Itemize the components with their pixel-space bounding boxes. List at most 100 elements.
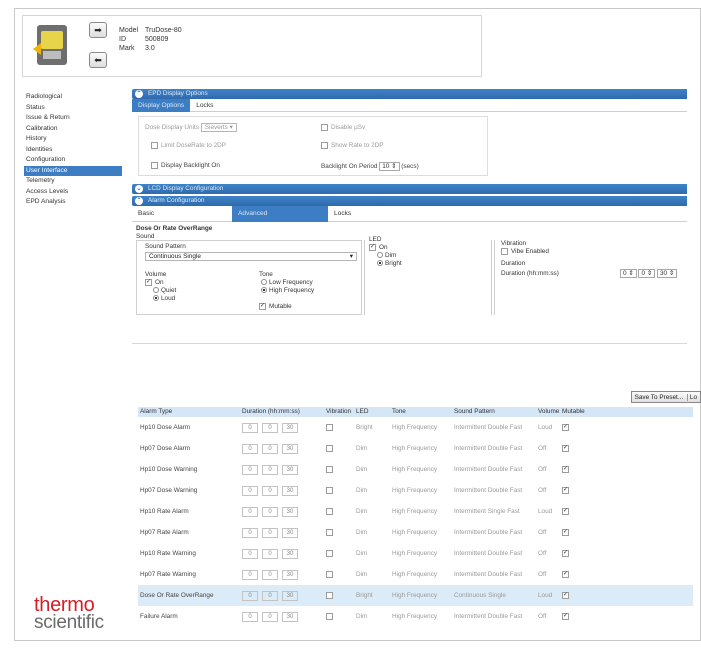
mutable-checkbox[interactable]: ✓ (562, 612, 569, 620)
table-row[interactable]: Hp07 Dose Alarm 0 0 30 Dim High Frequenc… (138, 438, 693, 459)
disable-usv-checkbox[interactable] (321, 124, 328, 131)
duration-minutes-field[interactable]: 0 (262, 423, 278, 433)
duration-hours-stepper[interactable]: 0 ⇕ (620, 269, 637, 278)
duration-seconds-field[interactable]: 30 (282, 486, 298, 496)
duration-minutes-field[interactable]: 0 (262, 549, 278, 559)
col-tone[interactable]: Tone (392, 407, 454, 417)
vibration-checkbox[interactable] (326, 486, 333, 494)
mutable-checkbox[interactable]: ✓ (259, 303, 266, 310)
duration-seconds-field[interactable]: 30 (282, 591, 298, 601)
vibration-checkbox[interactable] (326, 423, 333, 431)
table-row[interactable]: Hp10 Dose Warning 0 0 30 Dim High Freque… (138, 459, 693, 480)
dose-units-select[interactable]: Sieverts ▾ (200, 123, 237, 132)
duration-hours-field[interactable]: 0 (242, 591, 258, 601)
mutable-checkbox[interactable]: ✓ (562, 423, 569, 431)
collapse-icon[interactable]: ⌃ (135, 197, 143, 205)
show-rate-checkbox[interactable] (321, 142, 328, 149)
backlight-checkbox[interactable] (151, 162, 158, 169)
sidebar-item-calibration[interactable]: Calibration (24, 124, 122, 135)
volume-loud-radio[interactable] (153, 295, 159, 302)
col-led[interactable]: LED (356, 407, 392, 417)
vibration-checkbox[interactable] (326, 444, 333, 452)
led-bright-radio[interactable] (377, 260, 383, 267)
table-row[interactable]: Hp10 Dose Alarm 0 0 30 Bright High Frequ… (138, 417, 693, 438)
duration-hours-field[interactable]: 0 (242, 570, 258, 580)
mutable-checkbox[interactable]: ✓ (562, 570, 569, 578)
sidebar-item-configuration[interactable]: Configuration (24, 155, 122, 166)
vibration-checkbox[interactable] (326, 570, 333, 578)
vibration-checkbox[interactable] (326, 549, 333, 557)
mutable-checkbox[interactable]: ✓ (562, 507, 569, 515)
col-alarm-type[interactable]: Alarm Type (138, 407, 242, 417)
duration-minutes-stepper[interactable]: 0 ⇕ (638, 269, 656, 278)
sound-pattern-select[interactable]: Continuous Single ▾ (145, 252, 357, 261)
vibration-checkbox[interactable] (326, 465, 333, 473)
col-sound-pattern[interactable]: Sound Pattern (454, 407, 538, 417)
epd-display-bar[interactable]: ⌃ EPD Display Options (132, 89, 687, 99)
sidebar-item-epd-analysis[interactable]: EPD Analysis (24, 197, 122, 208)
sidebar-item-identities[interactable]: Identities (24, 145, 122, 156)
sidebar-item-status[interactable]: Status (24, 103, 122, 114)
tab-locks[interactable]: Locks (190, 99, 219, 112)
save-preset-button[interactable]: Save To Preset... Lo (630, 391, 701, 403)
vibe-enabled-checkbox[interactable] (501, 248, 508, 255)
table-row[interactable]: Hp07 Rate Alarm 0 0 30 Dim High Frequenc… (138, 522, 693, 543)
led-on-checkbox[interactable]: ✓ (369, 244, 376, 251)
duration-hours-field[interactable]: 0 (242, 612, 258, 622)
duration-hours-field[interactable]: 0 (242, 423, 258, 433)
limit-dose-checkbox[interactable] (151, 142, 158, 149)
duration-seconds-field[interactable]: 30 (282, 423, 298, 433)
table-row[interactable]: Hp07 Rate Warning 0 0 30 Dim High Freque… (138, 564, 693, 585)
table-row[interactable]: Hp10 Rate Alarm 0 0 30 Dim High Frequenc… (138, 501, 693, 522)
volume-quiet-radio[interactable] (153, 287, 159, 294)
tab-basic[interactable]: Basic (132, 206, 232, 222)
duration-hours-field[interactable]: 0 (242, 528, 258, 538)
duration-hours-field[interactable]: 0 (242, 444, 258, 454)
duration-seconds-field[interactable]: 30 (282, 528, 298, 538)
col-volume[interactable]: Volume (538, 407, 562, 417)
tone-low-radio[interactable] (261, 279, 267, 286)
duration-seconds-field[interactable]: 30 (282, 444, 298, 454)
vibration-checkbox[interactable] (326, 612, 333, 620)
duration-minutes-field[interactable]: 0 (262, 465, 278, 475)
tab-alarm-locks[interactable]: Locks (328, 206, 357, 222)
tab-display-options[interactable]: Display Options (132, 99, 191, 112)
duration-hours-field[interactable]: 0 (242, 549, 258, 559)
table-row[interactable]: Failure Alarm 0 0 30 Dim High Frequency … (138, 606, 693, 627)
tab-advanced[interactable]: Advanced (232, 206, 328, 222)
col-vibration[interactable]: Vibration (326, 407, 356, 417)
duration-hours-field[interactable]: 0 (242, 486, 258, 496)
duration-minutes-field[interactable]: 0 (262, 570, 278, 580)
duration-hours-field[interactable]: 0 (242, 465, 258, 475)
tone-high-radio[interactable] (261, 287, 267, 294)
lcd-display-bar[interactable]: ⌄ LCD Display Configuration (132, 184, 687, 194)
duration-seconds-field[interactable]: 30 (282, 570, 298, 580)
col-mutable[interactable]: Mutable (562, 407, 592, 417)
sidebar-item-telemetry[interactable]: Telemetry (24, 176, 122, 187)
expand-icon[interactable]: ⌄ (135, 185, 143, 193)
duration-minutes-field[interactable]: 0 (262, 507, 278, 517)
mutable-checkbox[interactable]: ✓ (562, 528, 569, 536)
table-row[interactable]: Hp10 Rate Warning 0 0 30 Dim High Freque… (138, 543, 693, 564)
volume-on-checkbox[interactable]: ✓ (145, 279, 152, 286)
table-row[interactable]: Hp07 Dose Warning 0 0 30 Dim High Freque… (138, 480, 693, 501)
collapse-icon[interactable]: ⌃ (135, 90, 143, 98)
backlight-period-stepper[interactable]: 10 ⇕ (379, 162, 400, 171)
sidebar-item-access-levels[interactable]: Access Levels (24, 187, 122, 198)
sidebar-item-history[interactable]: History (24, 134, 122, 145)
col-duration[interactable]: Duration (hh:mm:ss) (242, 407, 326, 417)
vibration-checkbox[interactable] (326, 507, 333, 515)
sidebar-item-user-interface[interactable]: User Interface (24, 165, 122, 176)
mutable-checkbox[interactable]: ✓ (562, 444, 569, 452)
mutable-checkbox[interactable]: ✓ (562, 549, 569, 557)
mutable-checkbox[interactable]: ✓ (562, 591, 569, 599)
duration-minutes-field[interactable]: 0 (262, 486, 278, 496)
back-button[interactable]: ⬅ (89, 52, 107, 68)
mutable-checkbox[interactable]: ✓ (562, 486, 569, 494)
duration-hours-field[interactable]: 0 (242, 507, 258, 517)
duration-minutes-field[interactable]: 0 (262, 528, 278, 538)
led-dim-radio[interactable] (377, 252, 383, 259)
duration-seconds-field[interactable]: 30 (282, 465, 298, 475)
vibration-checkbox[interactable] (326, 591, 333, 599)
vibration-checkbox[interactable] (326, 528, 333, 536)
